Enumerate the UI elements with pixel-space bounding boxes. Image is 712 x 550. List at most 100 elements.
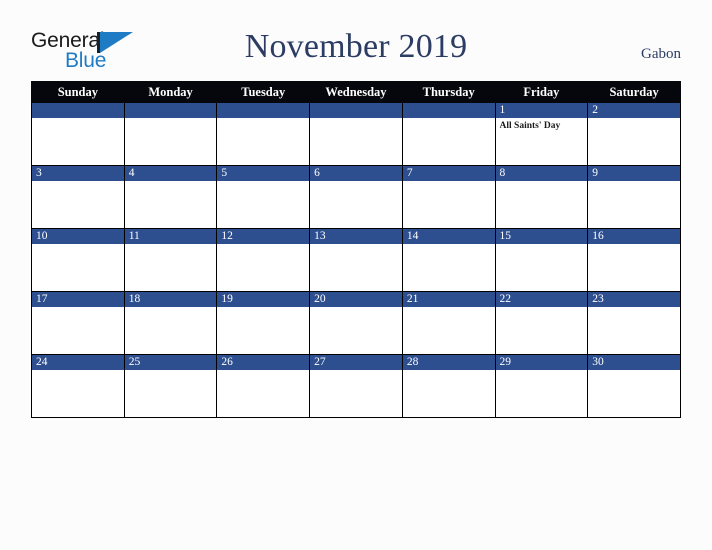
day-cell-inner: 6 [310,166,402,228]
day-number: 6 [310,166,402,181]
day-events [217,181,309,184]
calendar-day-cell[interactable]: 4 [123,165,218,229]
day-number: 27 [310,355,402,370]
day-events [310,244,402,247]
day-events [403,370,495,373]
day-number: 1 [495,103,588,118]
day-number: 2 [588,103,680,118]
day-events [32,244,124,247]
day-number: 29 [495,355,588,370]
calendar-day-cell[interactable]: 27 [309,354,403,418]
calendar-day-cell[interactable]: 6 [309,165,403,229]
calendar-day-cell[interactable]: 5 [216,165,311,229]
day-events [588,244,680,247]
day-number: 11 [124,229,217,244]
day-cell-inner [32,103,124,165]
calendar-day-cell[interactable]: 8 [494,165,589,229]
calendar-day-cell[interactable]: 7 [401,165,496,229]
day-events [125,118,217,121]
day-cell-inner: 20 [310,292,402,354]
day-events [310,118,402,121]
day-events [496,307,588,310]
calendar-day-cell[interactable]: 20 [309,291,403,355]
calendar-day-cell-empty [401,102,496,166]
day-number [217,103,310,118]
day-cell-inner: 22 [495,292,588,354]
weekday-header-tuesday: Tuesday [216,81,311,103]
calendar-day-cell[interactable]: 14 [401,228,496,292]
day-number [310,103,402,118]
day-cell-inner [402,103,495,165]
day-number: 16 [588,229,680,244]
day-events [32,118,124,121]
day-number: 18 [124,292,217,307]
day-events [403,307,495,310]
calendar-day-cell[interactable]: 11 [123,228,218,292]
day-events [496,244,588,247]
calendar-day-cell[interactable]: 3 [31,165,125,229]
calendar-day-cell[interactable]: 22 [494,291,589,355]
day-events [310,307,402,310]
calendar-day-cell[interactable]: 1 All Saints' Day [494,102,589,166]
locale-label: Gabon [641,46,681,62]
calendar-day-cell[interactable]: 21 [401,291,496,355]
calendar-day-cell[interactable]: 15 [494,228,589,292]
calendar-day-cell[interactable]: 28 [401,354,496,418]
day-number: 8 [495,166,588,181]
calendar-day-cell[interactable]: 23 [587,291,681,355]
day-events [217,370,309,373]
calendar-day-cell[interactable]: 19 [216,291,311,355]
calendar-week-row: 10 11 12 13 14 15 16 [31,228,681,292]
day-cell-inner: 10 [32,229,124,291]
day-number: 3 [32,166,124,181]
weekday-header-row: Sunday Monday Tuesday Wednesday Thursday Frid… [31,81,681,103]
day-cell-inner: 14 [402,229,495,291]
calendar-day-cell[interactable]: 16 [587,228,681,292]
calendar-day-cell[interactable]: 26 [216,354,311,418]
day-cell-inner: 11 [124,229,217,291]
day-cell-inner: 2 [588,103,680,165]
calendar-day-cell[interactable]: 17 [31,291,125,355]
calendar-day-cell[interactable]: 30 [587,354,681,418]
day-number: 5 [217,166,310,181]
calendar-day-cell[interactable]: 2 [587,102,681,166]
day-cell-inner: 16 [588,229,680,291]
day-events [32,370,124,373]
calendar-day-cell[interactable]: 13 [309,228,403,292]
day-cell-inner: 26 [217,355,310,417]
day-number: 30 [588,355,680,370]
day-events [496,181,588,184]
day-events [32,181,124,184]
day-number: 19 [217,292,310,307]
day-cell-inner: 23 [588,292,680,354]
day-cell-inner: 13 [310,229,402,291]
day-cell-inner: 8 [495,166,588,228]
day-events [403,244,495,247]
day-number: 22 [495,292,588,307]
day-number [32,103,124,118]
day-cell-inner: 30 [588,355,680,417]
day-events [496,370,588,373]
calendar-day-cell[interactable]: 9 [587,165,681,229]
day-cell-inner: 19 [217,292,310,354]
day-number: 26 [217,355,310,370]
calendar-day-cell[interactable]: 10 [31,228,125,292]
day-number: 24 [32,355,124,370]
day-events [310,370,402,373]
calendar-day-cell[interactable]: 18 [123,291,218,355]
day-events: All Saints' Day [496,118,588,132]
calendar-day-cell[interactable]: 24 [31,354,125,418]
day-number: 13 [310,229,402,244]
day-events [125,181,217,184]
calendar-day-cell[interactable]: 25 [123,354,218,418]
day-events [588,307,680,310]
calendar-day-cell[interactable]: 12 [216,228,311,292]
day-events [125,244,217,247]
day-number: 17 [32,292,124,307]
day-events [217,244,309,247]
calendar-day-cell[interactable]: 29 [494,354,589,418]
weekday-header-wednesday: Wednesday [309,81,403,103]
day-cell-inner: 3 [32,166,124,228]
day-cell-inner: 29 [495,355,588,417]
day-cell-inner: 25 [124,355,217,417]
